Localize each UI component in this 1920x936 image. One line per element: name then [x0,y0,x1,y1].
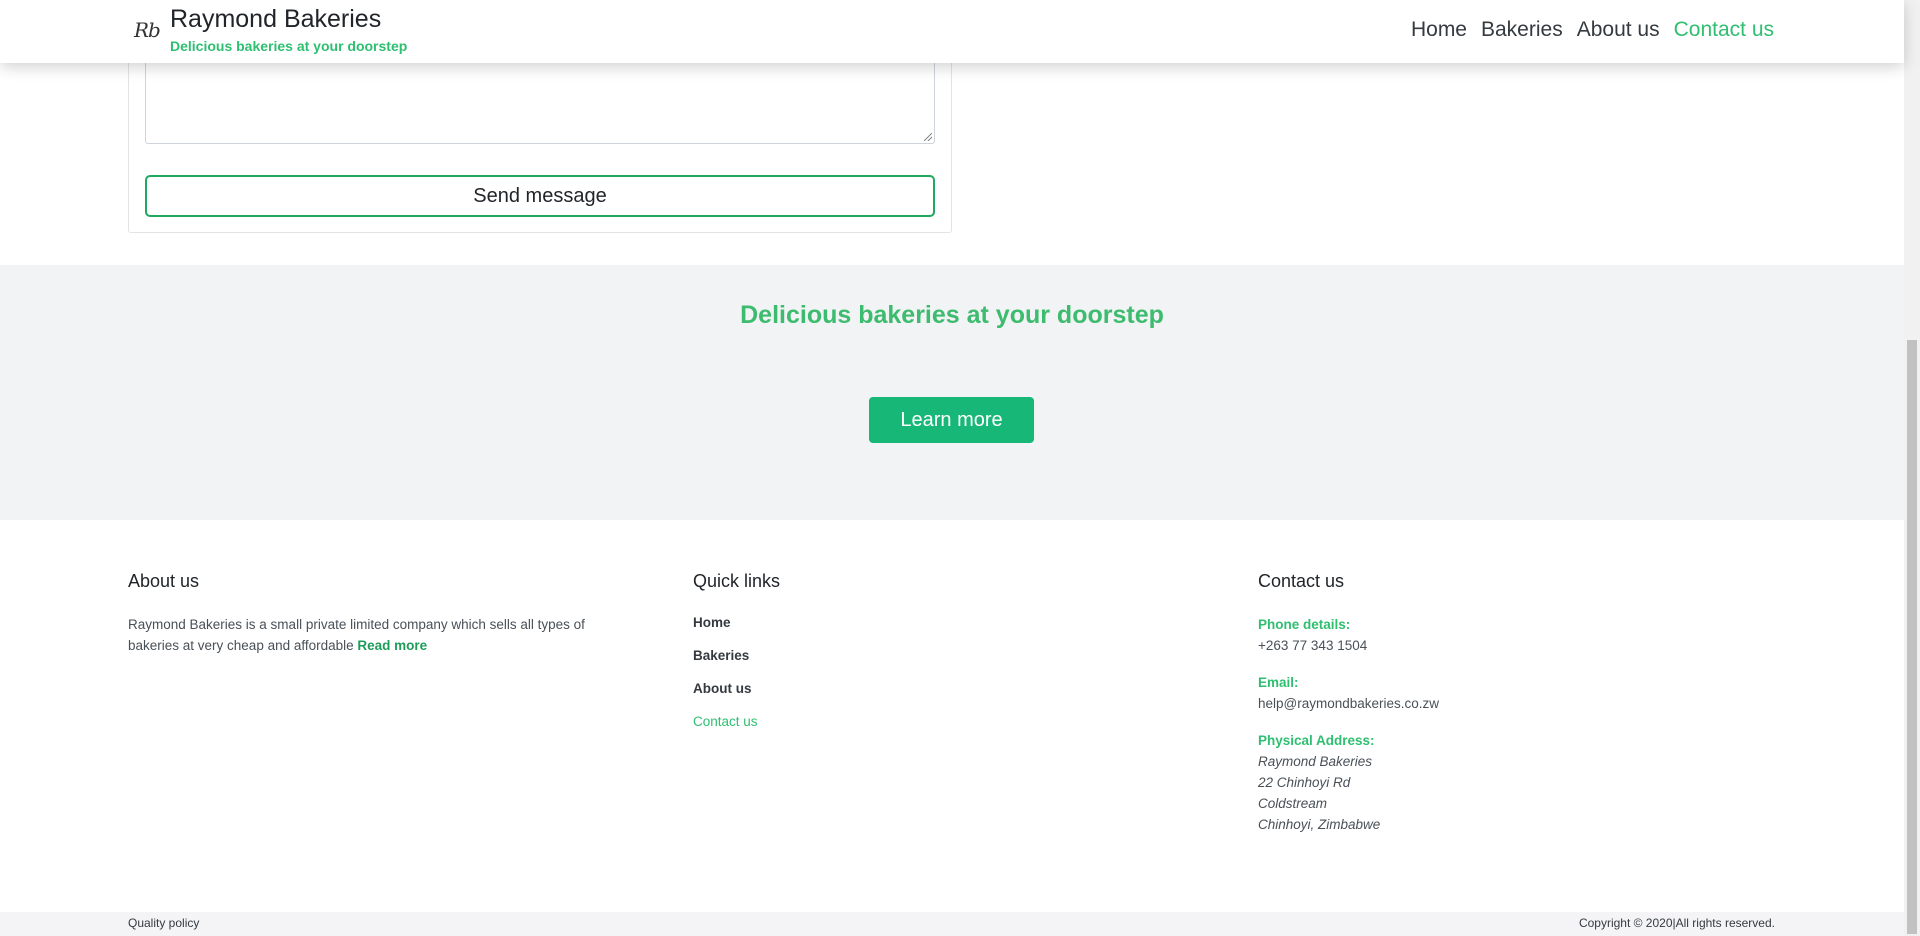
footer-contact-heading: Contact us [1258,571,1345,591]
send-message-button[interactable]: Send message [145,175,935,217]
address-label: Physical Address: [1258,733,1375,748]
address-line: Coldstream [1258,796,1328,811]
contact-form-card: Send message [128,40,952,233]
bottom-bar: Quality policy Copyright © 2020|All righ… [0,912,1904,936]
nav-about-us[interactable]: About us [1577,18,1660,42]
address-line: Chinhoyi, Zimbabwe [1258,817,1381,832]
resize-handle-icon[interactable] [924,133,932,141]
cta-banner: Delicious bakeries at your doorstep Lear… [0,265,1904,520]
footer-about-heading: About us [128,571,200,591]
footer-link-contact-us[interactable]: Contact us [693,713,993,731]
banner-title: Delicious bakeries at your doorstep [740,301,1164,329]
address-line: Raymond Bakeries [1258,754,1373,769]
learn-more-button[interactable]: Learn more [869,397,1034,443]
address-line: 22 Chinhoyi Rd [1258,775,1351,790]
footer-quick-links: Quick links Home Bakeries About us Conta… [693,571,993,746]
email-label: Email: [1258,675,1299,690]
brand-subtitle: Delicious bakeries at your doorstep [170,38,408,54]
footer-link-home[interactable]: Home [693,614,993,632]
footer-about: About us Raymond Bakeries is a small pri… [128,571,608,656]
message-textarea[interactable] [145,61,935,144]
footer-link-bakeries[interactable]: Bakeries [693,647,993,665]
brand-text: Raymond Bakeries Delicious bakeries at y… [170,4,407,54]
phone-label: Phone details: [1258,617,1351,632]
nav-bakeries[interactable]: Bakeries [1481,18,1563,42]
scrollbar-thumb[interactable] [1907,340,1917,934]
email-value: help@raymondbakeries.co.zw [1258,696,1440,711]
quick-links-list: Home Bakeries About us Contact us [693,614,993,731]
brand-title: Raymond Bakeries [170,5,382,33]
read-more-link[interactable]: Read more [357,638,427,653]
nav-home[interactable]: Home [1411,18,1467,42]
footer-link-about-us[interactable]: About us [693,680,993,698]
nav-contact-us[interactable]: Contact us [1674,18,1774,42]
phone-value: +263 77 343 1504 [1258,638,1368,653]
copyright-text: Copyright © 2020|All rights reserved. [1578,916,1775,930]
footer-quick-links-heading: Quick links [693,571,781,591]
main-nav: Home Bakeries About us Contact us [1411,18,1774,42]
brand[interactable]: Rb Raymond Bakeries Delicious bakeries a… [134,4,407,54]
quality-policy-link[interactable]: Quality policy [128,916,199,930]
site-header: Rb Raymond Bakeries Delicious bakeries a… [0,0,1904,63]
page-scrollbar[interactable] [1904,0,1920,936]
logo-icon: Rb [134,18,161,42]
footer-about-text: Raymond Bakeries is a small private limi… [128,614,608,656]
footer-contact: Contact us Phone details: +263 77 343 15… [1258,571,1658,835]
